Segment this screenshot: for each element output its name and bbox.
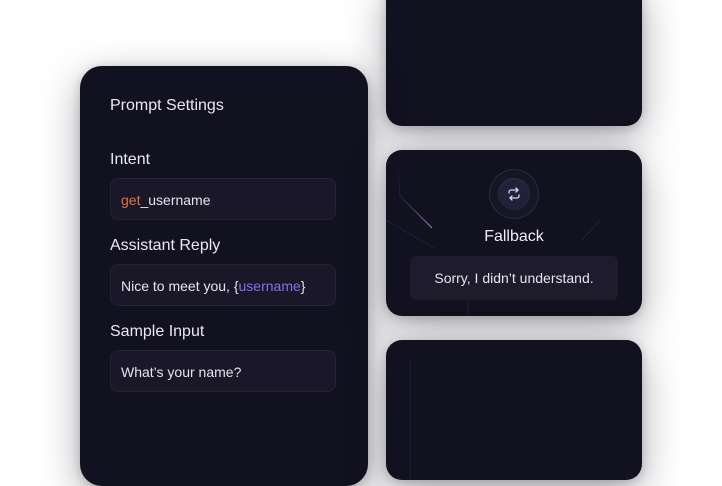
assistant-reply-text: Nice to meet you, { — [121, 278, 239, 294]
sample-input-label: Sample Input — [110, 323, 205, 340]
intent-field[interactable]: get_username — [110, 178, 336, 220]
fallback-title: Fallback — [484, 228, 544, 245]
top-card — [386, 0, 642, 126]
assistant-reply-label: Assistant Reply — [110, 237, 221, 254]
intent-keyword: get — [121, 192, 141, 208]
fallback-card: Fallback Sorry, I didn’t understand. — [386, 150, 642, 316]
repeat-icon — [498, 178, 530, 210]
intent-name: _username — [140, 192, 211, 208]
assistant-reply-close: } — [300, 278, 306, 294]
assistant-reply-field[interactable]: Nice to meet you, {username} — [110, 264, 336, 306]
sample-input-field[interactable]: What’s your name? — [110, 350, 336, 392]
bottom-card — [386, 340, 642, 480]
panel-title: Prompt Settings — [110, 97, 224, 114]
fallback-icon-ring — [490, 170, 538, 218]
assistant-reply-variable: username — [238, 278, 301, 294]
prompt-settings-panel: Prompt Settings Intent get_username Assi… — [80, 66, 368, 486]
intent-label: Intent — [110, 151, 151, 168]
bottom-card-decoration — [409, 360, 411, 480]
fallback-message: Sorry, I didn’t understand. — [410, 256, 618, 300]
